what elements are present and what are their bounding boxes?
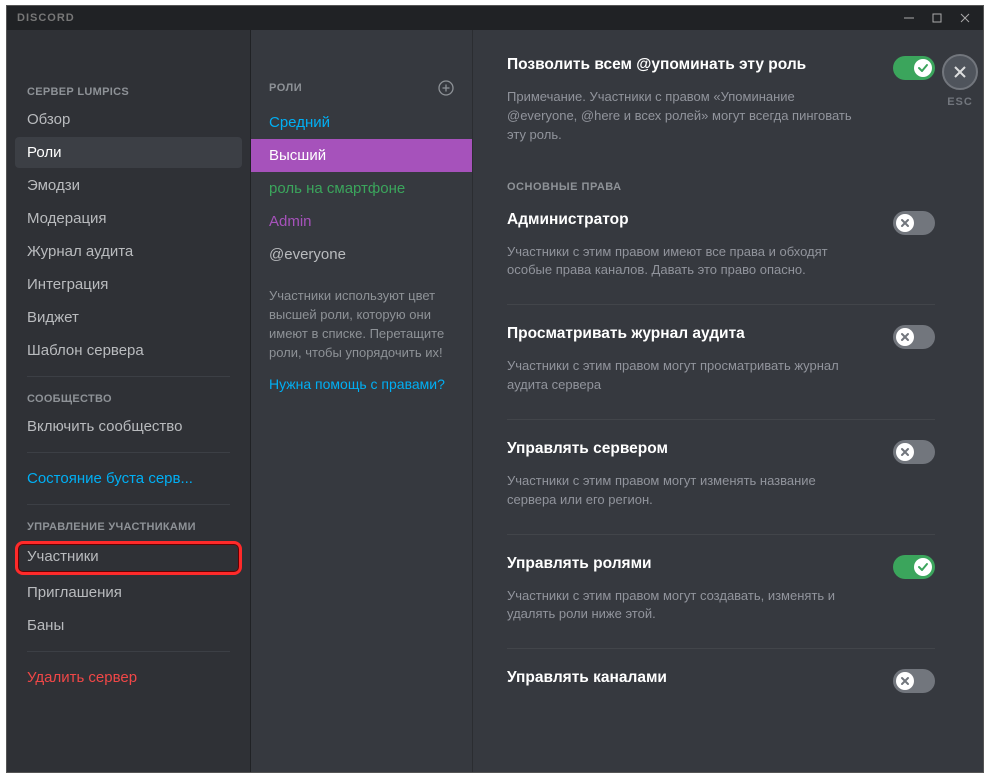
toggle-allow-mention[interactable]: [893, 56, 935, 80]
perm-divider: [507, 534, 935, 535]
perm-manage-channels-title: Управлять каналами: [507, 669, 667, 687]
add-role-icon[interactable]: [438, 80, 454, 96]
sidebar-item-invites[interactable]: Приглашения: [15, 577, 242, 608]
role-item-vysshiy[interactable]: Высший: [251, 139, 472, 172]
perm-admin-title: Администратор: [507, 211, 629, 229]
role-item-admin[interactable]: Admin: [251, 205, 472, 238]
titlebar: DISCORD: [7, 6, 983, 30]
perm-audit-note: Участники с этим правом могут просматрив…: [507, 357, 867, 395]
sidebar-header-server: СЕРВЕР LUMPICS: [15, 80, 242, 104]
roles-hint: Участники используют цвет высшей роли, к…: [251, 271, 472, 376]
permissions-panel: ESC Позволить всем @упоминать эту роль П…: [473, 30, 983, 772]
close-window-button[interactable]: [951, 7, 979, 29]
perm-divider: [507, 419, 935, 420]
sidebar-header-community: СООБЩЕСТВО: [15, 387, 242, 411]
settings-sidebar: СЕРВЕР LUMPICS Обзор Роли Эмодзи Модерац…: [7, 30, 251, 772]
role-item-everyone[interactable]: @everyone: [251, 238, 472, 271]
perm-divider: [507, 648, 935, 649]
esc-label: ESC: [947, 96, 973, 108]
toggle-admin[interactable]: [893, 211, 935, 235]
sidebar-divider: [27, 504, 230, 505]
sidebar-item-moderation[interactable]: Модерация: [15, 203, 242, 234]
toggle-manage-channels[interactable]: [893, 669, 935, 693]
sidebar-item-boost-status[interactable]: Состояние буста серв...: [15, 463, 242, 494]
toggle-audit[interactable]: [893, 325, 935, 349]
minimize-button[interactable]: [895, 7, 923, 29]
sidebar-divider: [27, 651, 230, 652]
perm-manage-server-title: Управлять сервером: [507, 440, 668, 458]
roles-column: РОЛИ Средний Высший роль на смартфоне Ad…: [251, 30, 473, 772]
sidebar-item-bans[interactable]: Баны: [15, 610, 242, 641]
role-item-sredniy[interactable]: Средний: [251, 106, 472, 139]
perm-manage-roles-title: Управлять ролями: [507, 555, 652, 573]
toggle-manage-server[interactable]: [893, 440, 935, 464]
sidebar-item-emoji[interactable]: Эмодзи: [15, 170, 242, 201]
sidebar-divider: [27, 376, 230, 377]
sidebar-divider: [27, 452, 230, 453]
perm-manage-server-note: Участники с этим правом могут изменять н…: [507, 472, 867, 510]
perm-admin-note: Участники с этим правом имеют все права …: [507, 243, 867, 281]
sidebar-item-audit[interactable]: Журнал аудита: [15, 236, 242, 267]
section-general-rights: ОСНОВНЫЕ ПРАВА: [507, 181, 935, 193]
sidebar-header-members: УПРАВЛЕНИЕ УЧАСТНИКАМИ: [15, 515, 242, 539]
roles-help-link[interactable]: Нужна помощь с правами?: [251, 376, 472, 392]
sidebar-item-roles[interactable]: Роли: [15, 137, 242, 168]
close-settings-button[interactable]: [942, 54, 978, 90]
perm-divider: [507, 304, 935, 305]
sidebar-item-enable-community[interactable]: Включить сообщество: [15, 411, 242, 442]
maximize-button[interactable]: [923, 7, 951, 29]
sidebar-item-widget[interactable]: Виджет: [15, 302, 242, 333]
sidebar-item-delete-server[interactable]: Удалить сервер: [15, 662, 242, 693]
sidebar-item-template[interactable]: Шаблон сервера: [15, 335, 242, 366]
toggle-manage-roles[interactable]: [893, 555, 935, 579]
role-item-smartphone[interactable]: роль на смартфоне: [251, 172, 472, 205]
app-title: DISCORD: [17, 12, 75, 24]
perm-audit-title: Просматривать журнал аудита: [507, 325, 745, 343]
roles-header-label: РОЛИ: [269, 82, 302, 94]
sidebar-item-integration[interactable]: Интеграция: [15, 269, 242, 300]
perm-allow-mention-title: Позволить всем @упоминать эту роль: [507, 56, 806, 74]
perm-manage-roles-note: Участники с этим правом могут создавать,…: [507, 587, 867, 625]
sidebar-item-members[interactable]: Участники: [15, 541, 242, 575]
sidebar-item-overview[interactable]: Обзор: [15, 104, 242, 135]
perm-allow-mention-note: Примечание. Участники с правом «Упоминан…: [507, 88, 867, 145]
